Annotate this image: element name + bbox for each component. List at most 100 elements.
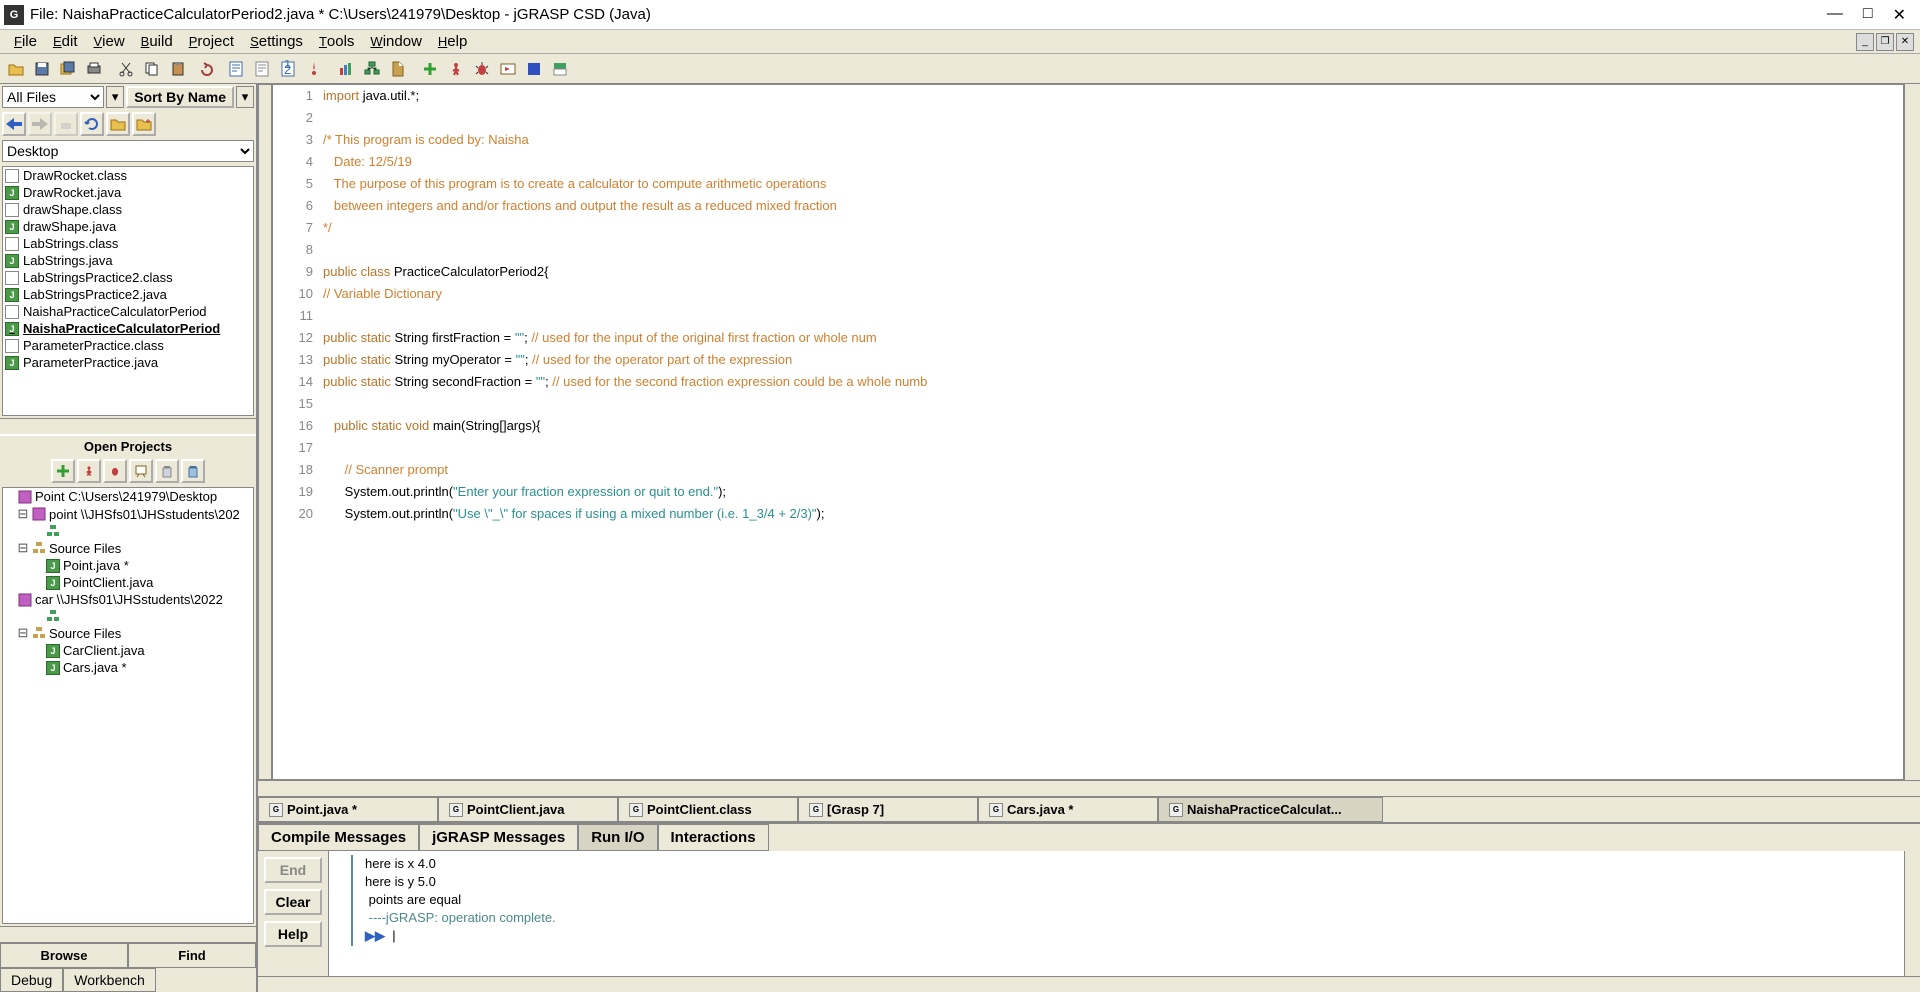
- menu-file[interactable]: File: [6, 31, 45, 52]
- file-item[interactable]: LabStrings.class: [3, 235, 253, 252]
- doc-icon[interactable]: [386, 57, 410, 81]
- console-vscroll[interactable]: [1904, 851, 1920, 976]
- save-icon[interactable]: [30, 57, 54, 81]
- maximize-icon[interactable]: □: [1863, 5, 1873, 25]
- editor-hscroll[interactable]: [258, 780, 1920, 796]
- code-line[interactable]: 7*/: [273, 217, 1903, 239]
- menu-window[interactable]: Window: [362, 31, 429, 52]
- source-file[interactable]: JCarClient.java: [3, 642, 253, 659]
- uml-node[interactable]: [3, 523, 253, 539]
- mdi-minimize-icon[interactable]: _: [1856, 33, 1874, 51]
- debug-icon[interactable]: [470, 57, 494, 81]
- bookmark-icon[interactable]: [302, 57, 326, 81]
- code-line[interactable]: 20 System.out.println("Use \"_\" for spa…: [273, 503, 1903, 525]
- project-tree[interactable]: Point C:\Users\241979\Desktop⊟point \\JH…: [2, 487, 254, 924]
- menu-edit[interactable]: Edit: [45, 31, 86, 52]
- code-line[interactable]: 6 between integers and and/or fractions …: [273, 195, 1903, 217]
- close-icon[interactable]: ✕: [1893, 5, 1906, 25]
- code-line[interactable]: 16 public static void main(String[]args)…: [273, 415, 1903, 437]
- menu-help[interactable]: Help: [430, 31, 475, 52]
- console-tab[interactable]: Run I/O: [578, 824, 657, 851]
- nav-forward-icon[interactable]: [28, 112, 52, 136]
- workbench-tab[interactable]: Workbench: [63, 968, 156, 992]
- file-filter-select[interactable]: All Files: [2, 86, 104, 108]
- editor-tab[interactable]: GPoint.java *: [258, 797, 438, 822]
- line-numbers-icon[interactable]: 12: [276, 57, 300, 81]
- refresh-icon[interactable]: [80, 112, 104, 136]
- source-files-node[interactable]: ⊟Source Files: [3, 624, 253, 642]
- code-line[interactable]: 4 Date: 12/5/19: [273, 151, 1903, 173]
- save-all-icon[interactable]: [56, 57, 80, 81]
- path-select[interactable]: Desktop: [2, 140, 254, 162]
- run-icon[interactable]: [444, 57, 468, 81]
- editor-tab[interactable]: GPointClient.java: [438, 797, 618, 822]
- file-item[interactable]: LabStringsPractice2.class: [3, 269, 253, 286]
- browse-tab[interactable]: Browse: [0, 943, 128, 968]
- interactions-icon[interactable]: [548, 57, 572, 81]
- stop-icon[interactable]: [522, 57, 546, 81]
- code-editor[interactable]: 1import java.util.*;23/* This program is…: [272, 84, 1904, 780]
- folder-new-icon[interactable]: [132, 112, 156, 136]
- clear-button[interactable]: Clear: [264, 889, 322, 915]
- sort-button[interactable]: Sort By Name: [126, 86, 234, 108]
- editor-tab[interactable]: G[Grasp 7]: [798, 797, 978, 822]
- console-output[interactable]: here is x 4.0 here is y 5.0 points are e…: [328, 851, 1904, 976]
- uml-icon[interactable]: [360, 57, 384, 81]
- code-line[interactable]: 10// Variable Dictionary: [273, 283, 1903, 305]
- run-args-icon[interactable]: [496, 57, 520, 81]
- project-subnode[interactable]: ⊟point \\JHSfs01\JHSstudents\202: [3, 505, 253, 523]
- copy-icon[interactable]: [140, 57, 164, 81]
- add-project-icon[interactable]: [51, 459, 75, 483]
- source-file[interactable]: JPoint.java *: [3, 557, 253, 574]
- project-node[interactable]: car \\JHSfs01\JHSstudents\2022: [3, 591, 253, 608]
- jar-icon[interactable]: [155, 459, 179, 483]
- undo-icon[interactable]: [192, 57, 216, 81]
- editor-vscroll[interactable]: [1904, 84, 1920, 780]
- hscroll2[interactable]: [0, 926, 256, 942]
- menu-build[interactable]: Build: [133, 31, 181, 52]
- end-button[interactable]: End: [264, 857, 322, 883]
- file-item[interactable]: drawShape.class: [3, 201, 253, 218]
- print-icon[interactable]: [82, 57, 106, 81]
- code-line[interactable]: 17: [273, 437, 1903, 459]
- cut-icon[interactable]: [114, 57, 138, 81]
- editor-scroll-left[interactable]: [258, 84, 272, 780]
- code-line[interactable]: 19 System.out.println("Enter your fracti…: [273, 481, 1903, 503]
- code-line[interactable]: 13public static String myOperator = ""; …: [273, 349, 1903, 371]
- csd-remove-icon[interactable]: [250, 57, 274, 81]
- delete-icon[interactable]: [181, 459, 205, 483]
- nav-back-icon[interactable]: [2, 112, 26, 136]
- console-tab[interactable]: Interactions: [658, 824, 769, 851]
- nav-up-icon[interactable]: [54, 112, 78, 136]
- canvas-icon[interactable]: [129, 459, 153, 483]
- file-item[interactable]: JdrawShape.java: [3, 218, 253, 235]
- editor-tab[interactable]: GPointClient.class: [618, 797, 798, 822]
- menu-project[interactable]: Project: [181, 31, 242, 52]
- file-item[interactable]: JParameterPractice.java: [3, 354, 253, 371]
- paste-icon[interactable]: [166, 57, 190, 81]
- debug-project-icon[interactable]: [103, 459, 127, 483]
- source-file[interactable]: JCars.java *: [3, 659, 253, 676]
- code-line[interactable]: 2: [273, 107, 1903, 129]
- sort-dropdown-icon[interactable]: ▾: [236, 86, 254, 108]
- source-files-node[interactable]: ⊟Source Files: [3, 539, 253, 557]
- project-node[interactable]: Point C:\Users\241979\Desktop: [3, 488, 253, 505]
- hscroll[interactable]: [0, 418, 256, 434]
- editor-tab[interactable]: GCars.java *: [978, 797, 1158, 822]
- code-line[interactable]: 1import java.util.*;: [273, 85, 1903, 107]
- file-item[interactable]: JDrawRocket.java: [3, 184, 253, 201]
- editor-tab[interactable]: GNaishaPracticeCalculat...: [1158, 797, 1383, 822]
- csd-generate-icon[interactable]: [224, 57, 248, 81]
- find-tab[interactable]: Find: [128, 943, 256, 968]
- run-project-icon[interactable]: [77, 459, 101, 483]
- minimize-icon[interactable]: —: [1827, 5, 1843, 25]
- open-file-icon[interactable]: [4, 57, 28, 81]
- code-line[interactable]: 5 The purpose of this program is to crea…: [273, 173, 1903, 195]
- console-tab[interactable]: Compile Messages: [258, 824, 419, 851]
- code-line[interactable]: 9public class PracticeCalculatorPeriod2{: [273, 261, 1903, 283]
- console-tab[interactable]: jGRASP Messages: [419, 824, 578, 851]
- file-item[interactable]: JLabStrings.java: [3, 252, 253, 269]
- file-item[interactable]: JLabStringsPractice2.java: [3, 286, 253, 303]
- console-hscroll[interactable]: [258, 976, 1920, 992]
- debug-tab[interactable]: Debug: [0, 968, 63, 992]
